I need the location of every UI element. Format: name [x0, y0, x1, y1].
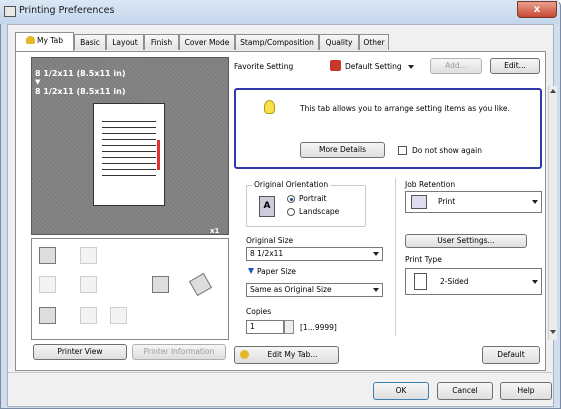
favorite-icon [330, 60, 341, 71]
copies-label: Copies [246, 307, 272, 316]
tab-stamp-composition[interactable]: Stamp/Composition [235, 34, 319, 50]
copies-spinner[interactable] [284, 320, 294, 334]
footer-separator [7, 372, 554, 373]
paper-size-label: Paper Size [257, 267, 297, 276]
info-message: This tab allows you to arrange setting i… [300, 104, 510, 113]
tab-my-tab[interactable]: My Tab [15, 32, 74, 51]
portrait-label: Portrait [299, 194, 327, 203]
landscape-label: Landscape [299, 207, 340, 216]
tab-layout[interactable]: Layout [106, 34, 144, 50]
copies-range: [1...9999] [300, 323, 337, 332]
copies-value: 1 [250, 322, 255, 331]
paper-size-value: Same as Original Size [250, 285, 332, 294]
print-job-icon [411, 195, 427, 209]
tab-basic[interactable]: Basic [74, 34, 106, 50]
account-track-icon [110, 307, 127, 324]
favorite-dropdown-arrow[interactable] [408, 65, 414, 69]
tab-other[interactable]: Other [359, 34, 389, 50]
two-sided-icon [414, 273, 427, 290]
printer-information-button[interactable]: Printer Information [132, 344, 226, 360]
my-tab-person-icon [26, 36, 35, 44]
default-button[interactable]: Default [482, 346, 540, 364]
job-retention-value: Print [438, 197, 456, 206]
stamp-icon [152, 276, 169, 293]
column-divider [395, 178, 396, 336]
rotate-paper-icon [188, 272, 213, 297]
print-type-label: Print Type [405, 255, 442, 264]
user-settings-button[interactable]: User Settings... [405, 234, 527, 248]
settings-icon-panel [31, 238, 229, 340]
lightbulb-icon [264, 100, 275, 114]
print-type-value: 2-Sided [440, 277, 469, 286]
edit-my-tab-button[interactable]: Edit My Tab... [234, 346, 339, 364]
printer-view-button[interactable]: Printer View [33, 344, 127, 360]
edit-my-tab-icon [240, 350, 249, 359]
scroll-down-arrow[interactable] [550, 330, 556, 334]
help-button[interactable]: Help [500, 382, 552, 400]
scroll-up-arrow[interactable] [550, 89, 556, 93]
cancel-button[interactable]: Cancel [437, 382, 493, 400]
original-size-select[interactable]: 8 1/2x11 [246, 247, 383, 261]
staple-icon [80, 247, 97, 264]
do-not-show-again-label: Do not show again [412, 146, 482, 155]
edit-favorite-button[interactable]: Edit... [490, 58, 540, 74]
paper-size-arrow-icon [248, 268, 254, 274]
tab-label: My Tab [37, 36, 63, 45]
close-button[interactable]: x [517, 1, 557, 18]
portrait-radio[interactable] [287, 195, 295, 203]
original-size-label: Original Size [246, 236, 294, 245]
edit-my-tab-label: Edit My Tab... [267, 350, 318, 359]
ok-button[interactable]: OK [373, 382, 429, 400]
info-panel [234, 88, 542, 169]
preview-arrow: ▼ [35, 78, 41, 86]
chevron-down-icon [532, 280, 538, 284]
favorite-setting-value[interactable]: Default Setting [345, 62, 402, 71]
vertical-scrollbar[interactable] [548, 86, 557, 340]
window-title: Printing Preferences [19, 5, 115, 16]
chevron-down-icon [373, 288, 379, 292]
copies-input[interactable]: 1 [246, 320, 284, 334]
pages-icon [39, 276, 56, 293]
user-auth-icon [80, 307, 97, 324]
chevron-down-icon [373, 252, 379, 256]
do-not-show-again-checkbox[interactable] [398, 146, 407, 155]
favorite-setting-label: Favorite Setting [234, 62, 294, 71]
duplex-icon [39, 247, 56, 264]
original-size-value: 8 1/2x11 [250, 249, 284, 258]
paper-size-select[interactable]: Same as Original Size [246, 283, 383, 297]
add-favorite-button[interactable]: Add... [430, 58, 482, 74]
printer-icon [4, 6, 16, 17]
tab-finish[interactable]: Finish [144, 34, 179, 50]
landscape-radio[interactable] [287, 208, 295, 216]
tab-quality[interactable]: Quality [319, 34, 359, 50]
preview-original-size: 8 1/2x11 (8.5x11 in) [35, 69, 126, 78]
orientation-a-icon: A [259, 196, 275, 217]
tab-cover-mode[interactable]: Cover Mode [179, 34, 235, 50]
more-details-button[interactable]: More Details [300, 142, 385, 158]
preview-copies-badge: x1 [210, 227, 220, 235]
chevron-down-icon [532, 200, 538, 204]
preview-paper-size: 8 1/2x11 (8.5x11 in) [35, 87, 126, 96]
orientation-label: Original Orientation [252, 180, 331, 189]
job-retention-label: Job Retention [405, 180, 456, 189]
document-icon [39, 307, 56, 324]
booklet-icon [80, 276, 97, 293]
preview-paper-icon [93, 103, 165, 206]
